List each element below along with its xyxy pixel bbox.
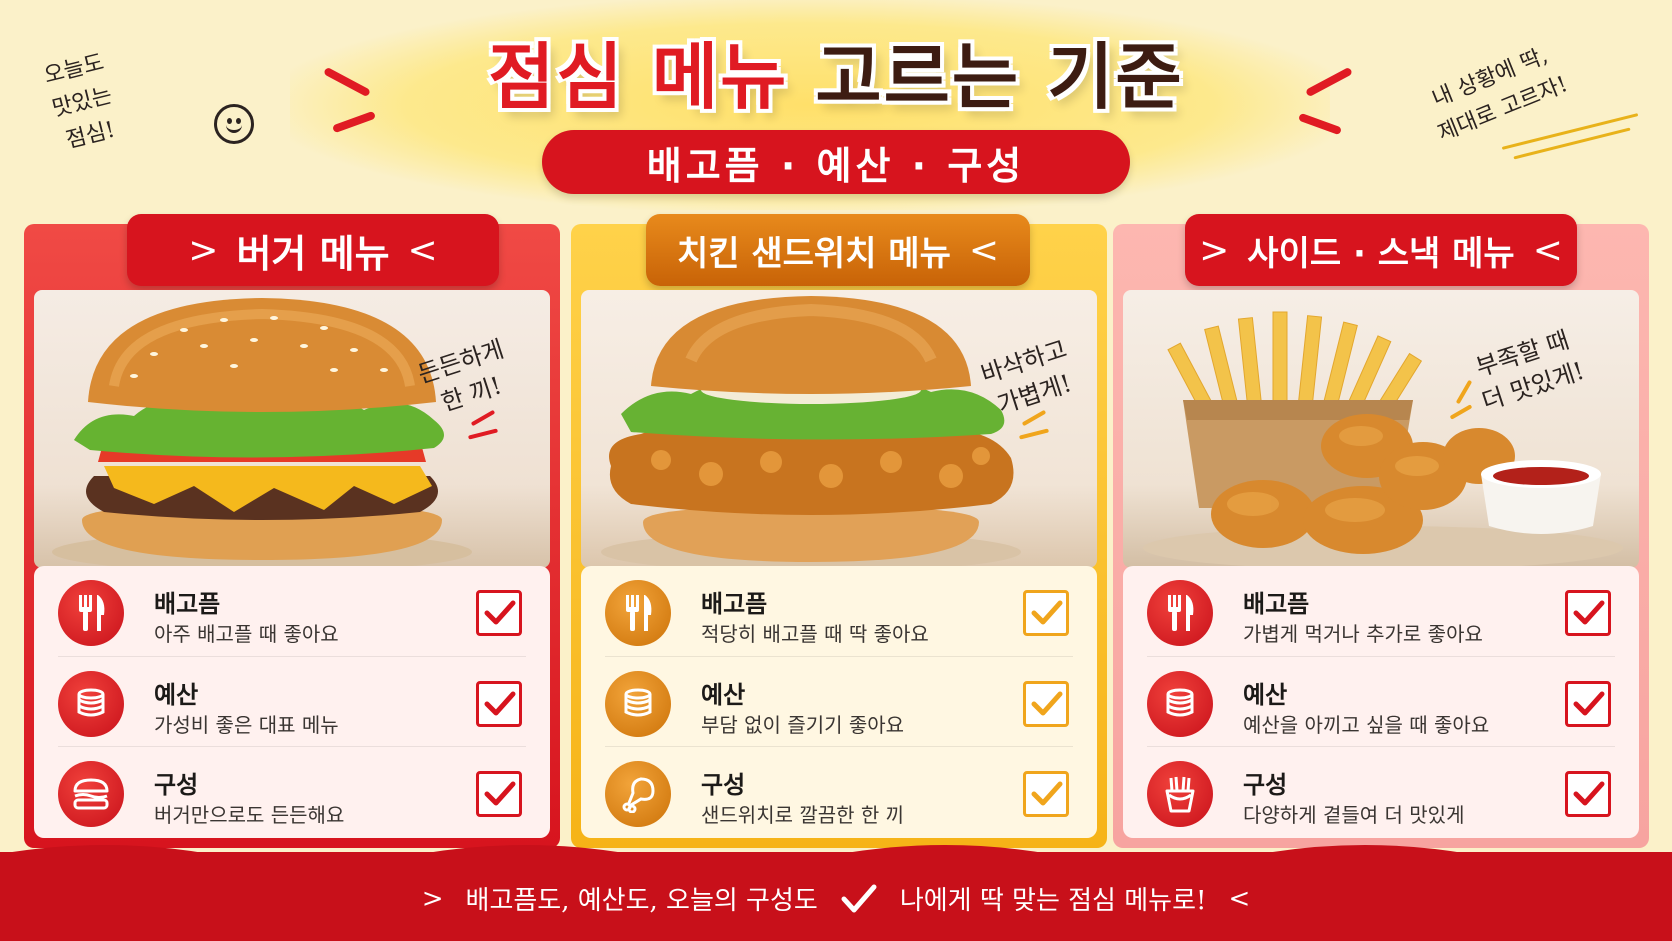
criteria-row-composition: 구성 버거만으로도 든든해요 — [58, 747, 526, 838]
row-desc: 적당히 배고플 때 딱 좋아요 — [701, 622, 929, 646]
chevron-right-icon: > — [188, 229, 219, 271]
row-title: 예산 — [1243, 680, 1288, 709]
menu-card-side-snack: > 사이드 · 스낵 메뉴 < 부족할 때 더 맛있게! 배고픔 가볍게 먹거나… — [1113, 214, 1649, 848]
title-red: 점심 메뉴 — [486, 33, 789, 121]
checkbox[interactable] — [1023, 680, 1069, 727]
row-desc: 예산을 아끼고 싶을 때 좋아요 — [1243, 712, 1490, 737]
criteria-row-hunger: 배고픔 가볍게 먹거나 추가로 좋아요 — [1147, 566, 1615, 657]
row-title: 배고픔 — [154, 590, 221, 618]
criteria-list: 배고픔 아주 배고플 때 좋아요 예산 가성비 좋은 대표 메뉴 구성 버거만으… — [34, 566, 550, 838]
checkmark-icon — [1573, 600, 1605, 625]
chicken-sandwich-photo: 바삭하고 가볍게! — [581, 290, 1097, 568]
checkbox[interactable] — [476, 771, 522, 818]
chicken-sandwich-illustration — [601, 296, 1021, 568]
checkmark-icon — [1031, 600, 1063, 625]
chevron-left-icon: < — [968, 229, 1000, 271]
criteria-row-hunger: 배고픔 아주 배고플 때 좋아요 — [58, 566, 526, 657]
row-desc: 가볍게 먹거나 추가로 좋아요 — [1243, 622, 1483, 646]
smiley-icon — [214, 104, 254, 144]
card-title: 버거 메뉴 — [236, 231, 390, 276]
row-desc: 아주 배고플 때 좋아요 — [154, 622, 339, 646]
coin-stack-icon — [605, 670, 671, 737]
chevron-left-icon: < — [1228, 883, 1251, 914]
row-desc: 부담 없이 즐기기 좋아요 — [701, 712, 905, 737]
card-title: 사이드 · 스낵 메뉴 — [1247, 233, 1515, 274]
criteria-row-budget: 예산 예산을 아끼고 싶을 때 좋아요 — [1147, 657, 1615, 748]
criteria-row-composition: 구성 샌드위치로 깔끔한 한 끼 — [605, 747, 1073, 838]
row-desc: 버거만으로도 든든해요 — [154, 803, 345, 828]
fries-icon — [1147, 761, 1213, 828]
coin-stack-icon — [1147, 670, 1213, 737]
chevron-left-icon: < — [1532, 229, 1563, 271]
checkmark-icon — [484, 691, 516, 716]
row-desc: 다양하게 곁들여 더 맛있게 — [1243, 803, 1465, 828]
criteria-list: 배고픔 가볍게 먹거나 추가로 좋아요 예산 예산을 아끼고 싶을 때 좋아요 … — [1123, 566, 1639, 838]
checkbox[interactable] — [1023, 771, 1069, 818]
checkmark-icon — [1573, 691, 1605, 716]
criteria-row-budget: 예산 가성비 좋은 대표 메뉴 — [58, 657, 526, 748]
row-desc: 샌드위치로 깔끔한 한 끼 — [701, 803, 905, 828]
row-title: 구성 — [701, 771, 746, 800]
checkbox[interactable] — [1565, 680, 1611, 727]
menu-card-burger: > 버거 메뉴 < 든든하게 한 끼! 배고픔 아주 배고플 때 좋아요 예산 … — [24, 214, 560, 848]
burger-icon — [58, 761, 124, 828]
footer-right-text: 나에게 딱 맞는 점심 메뉴로! — [899, 886, 1207, 916]
card-header: > 사이드 · 스낵 메뉴 < — [1185, 214, 1577, 286]
card-title: 치킨 샌드위치 메뉴 — [676, 233, 951, 274]
row-title: 예산 — [154, 680, 199, 709]
row-title: 구성 — [1243, 771, 1288, 800]
chevron-right-icon: > — [1199, 229, 1230, 271]
checkmark-icon — [1031, 691, 1063, 716]
row-title: 배고픔 — [701, 590, 768, 618]
checkmark-icon — [484, 600, 516, 625]
chevron-right-icon: > — [421, 883, 444, 914]
criteria-row-hunger: 배고픔 적당히 배고플 때 딱 좋아요 — [605, 566, 1073, 657]
fork-knife-icon — [58, 580, 124, 646]
chevron-left-icon: < — [407, 229, 438, 271]
row-title: 예산 — [701, 680, 746, 709]
row-desc: 가성비 좋은 대표 메뉴 — [154, 712, 339, 737]
chicken-leg-icon — [605, 761, 671, 828]
checkmark-icon — [1031, 781, 1063, 806]
criteria-list: 배고픔 적당히 배고플 때 딱 좋아요 예산 부담 없이 즐기기 좋아요 구성 … — [581, 566, 1097, 838]
card-header: > 버거 메뉴 < — [127, 214, 499, 286]
checkbox[interactable] — [1565, 590, 1611, 636]
fork-knife-icon — [605, 580, 671, 646]
page-title-wrap: 점심 메뉴 고르는 기준 — [0, 18, 1672, 123]
row-title: 배고픔 — [1243, 590, 1310, 618]
checkmark-icon — [841, 884, 877, 912]
burger-illustration — [52, 298, 472, 568]
checkbox[interactable] — [476, 590, 522, 636]
burger-photo: 든든하게 한 끼! — [34, 290, 550, 568]
subtitle-pill: 배고픔 · 예산 · 구성 — [542, 130, 1130, 194]
page-title: 점심 메뉴 고르는 기준 — [486, 18, 1184, 123]
footer-message: > 배고픔도, 예산도, 오늘의 구성도 나에게 딱 맞는 점심 메뉴로! < — [0, 880, 1672, 917]
card-header: 치킨 샌드위치 메뉴 < — [646, 214, 1030, 286]
criteria-row-composition: 구성 다양하게 곁들여 더 맛있게 — [1147, 747, 1615, 838]
fries-nuggets-photo: 부족할 때 더 맛있게! — [1123, 290, 1639, 568]
coin-stack-icon — [58, 670, 124, 737]
menu-card-chicken-sandwich: 치킨 샌드위치 메뉴 < 바삭하고 가볍게! 배고픔 적당히 배고플 때 딱 좋… — [571, 214, 1107, 848]
checkmark-icon — [484, 781, 516, 806]
fork-knife-icon — [1147, 580, 1213, 646]
row-title: 구성 — [154, 771, 199, 800]
title-dark: 고르는 기준 — [813, 33, 1184, 121]
checkbox[interactable] — [1023, 590, 1069, 636]
criteria-row-budget: 예산 부담 없이 즐기기 좋아요 — [605, 657, 1073, 748]
footer-left-text: 배고픔도, 예산도, 오늘의 구성도 — [465, 886, 818, 916]
checkmark-icon — [1573, 781, 1605, 806]
checkbox[interactable] — [476, 680, 522, 727]
checkbox[interactable] — [1565, 771, 1611, 818]
